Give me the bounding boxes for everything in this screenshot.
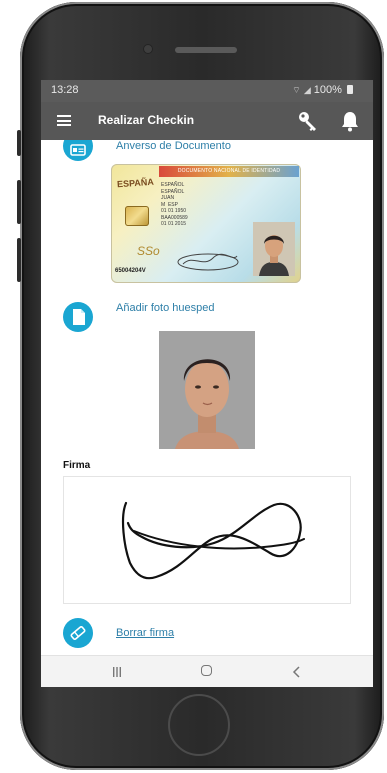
id-card-fields: ESPAÑOL ESPAÑOL JUAN M ESP 01 01 1950 BA… xyxy=(161,182,188,228)
status-indicators: ⌔ ◢ 100% xyxy=(292,84,353,96)
id-card-mark: SSo xyxy=(137,244,160,258)
app-bar: Realizar Checkin xyxy=(41,102,373,140)
menu-icon[interactable] xyxy=(57,115,71,126)
clear-signature-link[interactable]: Borrar firma xyxy=(116,627,174,639)
signature-stroke xyxy=(121,501,305,580)
id-card-field: ESPAÑOL xyxy=(161,182,185,188)
document-front-label[interactable]: Anverso de Documento xyxy=(116,140,231,152)
checkin-content: Anverso de Documento DOCUMENTO NACIONAL … xyxy=(41,140,373,655)
earpiece xyxy=(175,47,237,53)
signal-icon: ◢ xyxy=(303,85,311,95)
battery-level: 100% xyxy=(313,84,342,96)
id-card-icon[interactable] xyxy=(63,140,93,161)
front-camera xyxy=(143,44,153,54)
id-card-photo xyxy=(253,222,295,276)
recents-icon[interactable] xyxy=(111,666,123,678)
key-icon[interactable] xyxy=(296,109,320,133)
guest-photo-label[interactable]: Añadir foto huesped xyxy=(116,302,214,314)
eraser-icon[interactable] xyxy=(63,618,93,648)
silent-switch xyxy=(17,130,21,156)
id-card-signature xyxy=(177,253,239,271)
page-title: Realizar Checkin xyxy=(98,113,195,127)
id-card-number: 65004204V xyxy=(115,268,146,274)
id-card-header: DOCUMENTO NACIONAL DE IDENTIDAD xyxy=(159,166,299,177)
id-card-chip xyxy=(125,206,149,226)
document-icon[interactable] xyxy=(63,302,93,332)
android-nav-bar xyxy=(41,655,373,687)
id-card-image: DOCUMENTO NACIONAL DE IDENTIDAD ESPAÑA E… xyxy=(111,164,301,283)
status-bar: 13:28 ⌔ ◢ 100% xyxy=(41,80,373,102)
wifi-icon: ⌔ xyxy=(292,85,301,95)
signature-pad[interactable] xyxy=(63,476,351,604)
volume-up-button xyxy=(17,180,21,224)
phone-screen: 13:28 ⌔ ◢ 100% Realizar Checkin Anverso … xyxy=(41,80,373,687)
signature-label: Firma xyxy=(63,460,91,471)
battery-icon xyxy=(347,85,353,94)
back-icon[interactable] xyxy=(291,665,303,679)
id-card-country: ESPAÑA xyxy=(116,176,155,190)
home-button[interactable] xyxy=(168,694,230,756)
guest-photo xyxy=(159,331,255,449)
status-time: 13:28 xyxy=(51,84,79,96)
home-icon[interactable] xyxy=(201,665,212,676)
volume-down-button xyxy=(17,238,21,282)
id-card-field: 01 01 2015 xyxy=(161,221,187,227)
bell-icon[interactable] xyxy=(339,109,361,133)
id-card-field: 01 01 1950 xyxy=(161,208,187,214)
